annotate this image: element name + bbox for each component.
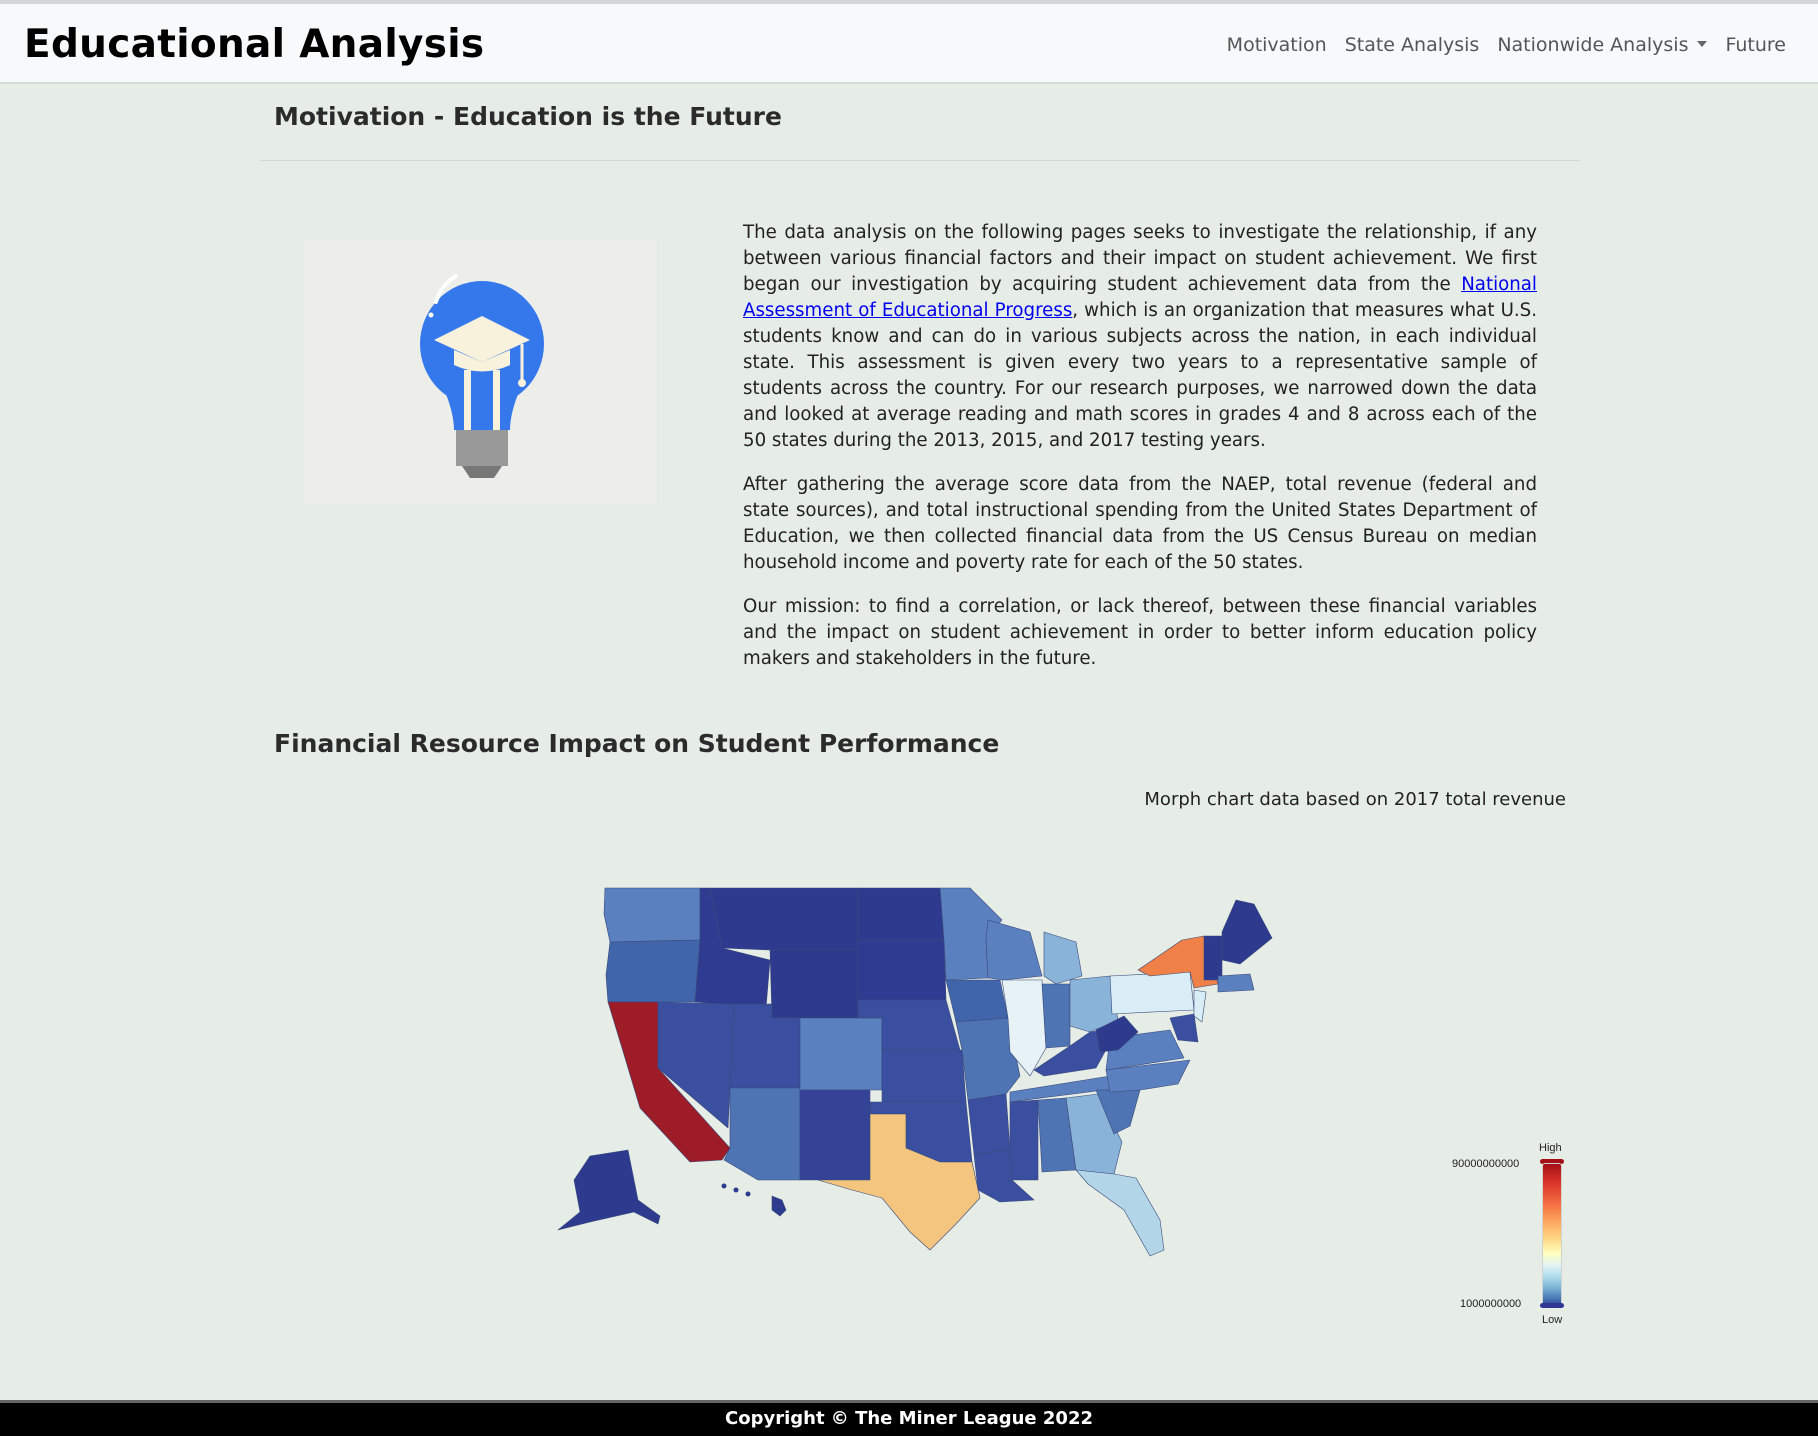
legend-color-bar (1542, 1163, 1562, 1307)
state-south-dakota (857, 939, 947, 1001)
state-hawaii (771, 1195, 787, 1217)
state-pennsylvania (1109, 971, 1195, 1015)
state-indiana (1041, 983, 1071, 1049)
state-alaska (557, 1149, 661, 1231)
divider (260, 160, 1580, 161)
nav-link-future[interactable]: Future (1725, 34, 1786, 56)
state-vermont-nh (1203, 935, 1223, 981)
footer: Copyright © The Miner League 2022 (0, 1400, 1818, 1436)
nav-link-motivation[interactable]: Motivation (1227, 34, 1327, 56)
state-washington (603, 887, 701, 943)
state-wyoming (769, 949, 859, 1019)
motivation-paragraph-1: The data analysis on the following pages… (743, 220, 1537, 454)
lightbulb-graduation-cap-icon (420, 274, 544, 478)
state-new-mexico (799, 1089, 871, 1181)
nav-dropdown-nationwide-analysis[interactable]: Nationwide Analysis (1497, 34, 1708, 56)
paragraph-text: The data analysis on the following pages… (743, 222, 1537, 295)
state-mississippi (1009, 1099, 1039, 1181)
state-new-jersey (1193, 989, 1207, 1023)
legend-high-label: High (1539, 1142, 1562, 1154)
brand-title[interactable]: Educational Analysis (24, 22, 484, 67)
legend-low-label: Low (1542, 1314, 1563, 1326)
state-colorado (799, 1017, 883, 1091)
state-iowa (945, 979, 1009, 1023)
motivation-paragraph-3: Our mission: to find a correlation, or l… (743, 596, 1537, 669)
state-arkansas (967, 1093, 1011, 1155)
state-north-dakota (857, 887, 945, 941)
state-montana (709, 887, 859, 951)
state-florida (1075, 1169, 1165, 1257)
legend-min-value: 1000000000 (1460, 1298, 1522, 1310)
state-michigan (1043, 931, 1083, 985)
state-arizona (723, 1087, 801, 1181)
nav-dropdown-label: Nationwide Analysis (1497, 34, 1689, 56)
motivation-paragraph-2: After gathering the average score data f… (743, 474, 1537, 573)
paragraph-text: , which is an organization that measures… (743, 300, 1537, 451)
map-color-legend: High 90000000000 1000000000 Low (1440, 1140, 1570, 1330)
nav-links: Motivation State Analysis Nationwide Ana… (1227, 34, 1786, 56)
nav-link-state-analysis[interactable]: State Analysis (1345, 34, 1480, 56)
state-massachusetts-ct (1217, 973, 1255, 993)
state-kansas (881, 1049, 967, 1103)
copyright-text: Copyright © The Miner League 2022 (725, 1408, 1093, 1429)
caret-down-icon (1697, 41, 1708, 47)
lightbulb-image (304, 240, 657, 504)
morph-chart-caption: Morph chart data based on 2017 total rev… (1144, 789, 1566, 810)
us-choropleth-map[interactable] (510, 880, 1340, 1290)
state-wisconsin (985, 919, 1043, 981)
navbar: Educational Analysis Motivation State An… (0, 4, 1818, 84)
legend-bottom-cap (1540, 1303, 1564, 1308)
legend-max-value: 90000000000 (1452, 1158, 1520, 1170)
financial-heading: Financial Resource Impact on Student Per… (274, 729, 1000, 758)
state-oregon (605, 939, 701, 1003)
motivation-heading: Motivation - Education is the Future (274, 102, 782, 131)
motivation-text: The data analysis on the following pages… (743, 220, 1537, 690)
state-maine (1221, 899, 1273, 965)
